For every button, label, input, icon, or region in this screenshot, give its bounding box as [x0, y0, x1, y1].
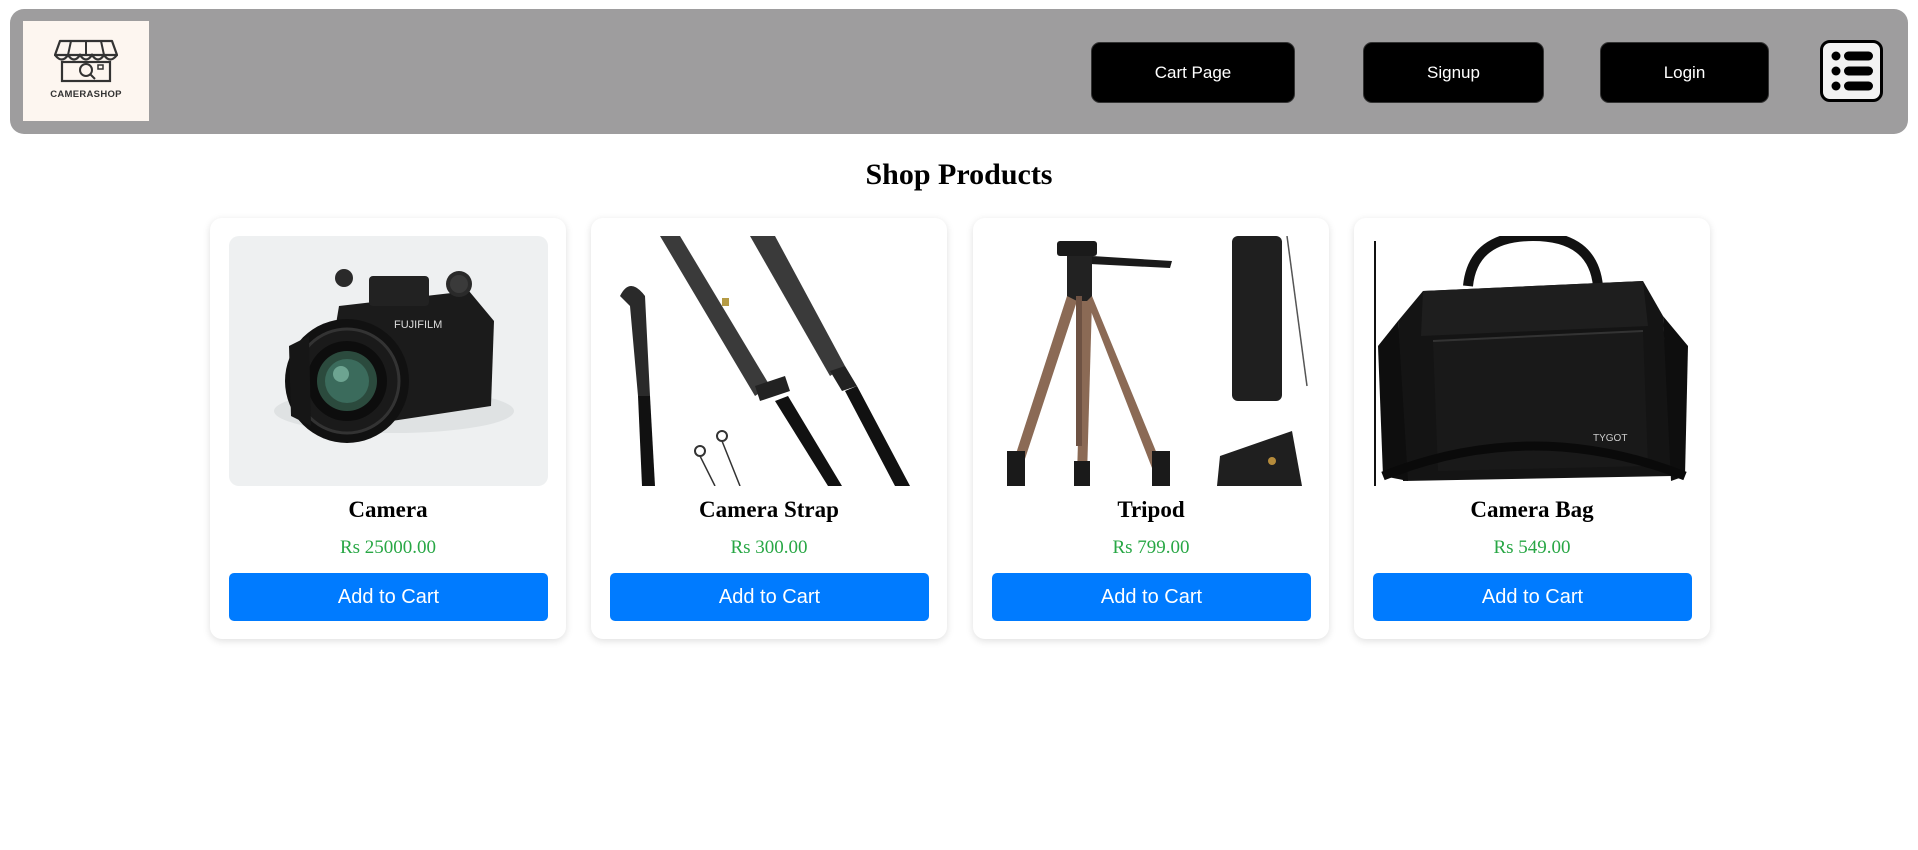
cart-page-button[interactable]: Cart Page — [1091, 42, 1295, 103]
logo-text: CAMERASHOP — [50, 89, 122, 100]
storefront-icon — [54, 39, 118, 83]
svg-text:FUJIFILM: FUJIFILM — [394, 319, 442, 331]
product-price: Rs 300.00 — [730, 537, 808, 558]
product-price: Rs 799.00 — [1112, 537, 1190, 558]
add-to-cart-button[interactable]: Add to Cart — [992, 573, 1311, 621]
product-price: Rs 549.00 — [1493, 537, 1571, 558]
tripod-image — [992, 236, 1311, 486]
product-name: Tripod — [1117, 497, 1185, 522]
product-card-camera: FUJIFILM Camera Rs 25000.00 Add to Cart — [210, 218, 566, 639]
svg-text:TYGOT: TYGOT — [1593, 433, 1627, 444]
product-name: Camera Strap — [699, 497, 839, 522]
navbar: CAMERASHOP Cart Page Signup Login — [10, 9, 1908, 134]
product-name: Camera — [348, 497, 428, 522]
signup-button[interactable]: Signup — [1363, 42, 1544, 103]
camera-bag-image: TYGOT — [1373, 236, 1692, 486]
add-to-cart-button[interactable]: Add to Cart — [229, 573, 548, 621]
camera-strap-image — [610, 236, 929, 486]
shop-logo[interactable]: CAMERASHOP — [23, 21, 149, 121]
add-to-cart-button[interactable]: Add to Cart — [1373, 573, 1692, 621]
menu-button[interactable] — [1820, 40, 1883, 102]
product-price: Rs 25000.00 — [339, 537, 437, 558]
product-card-tripod: Tripod Rs 799.00 Add to Cart — [973, 218, 1329, 639]
camera-image: FUJIFILM — [229, 236, 548, 486]
login-button[interactable]: Login — [1600, 42, 1769, 103]
list-menu-icon — [1831, 51, 1873, 91]
product-card-camera-bag: TYGOT Camera Bag Rs 549.00 Add to Cart — [1354, 218, 1710, 639]
product-card-camera-strap: Camera Strap Rs 300.00 Add to Cart — [591, 218, 947, 639]
product-name: Camera Bag — [1470, 497, 1594, 522]
page-title: Shop Products — [865, 158, 1053, 191]
add-to-cart-button[interactable]: Add to Cart — [610, 573, 929, 621]
